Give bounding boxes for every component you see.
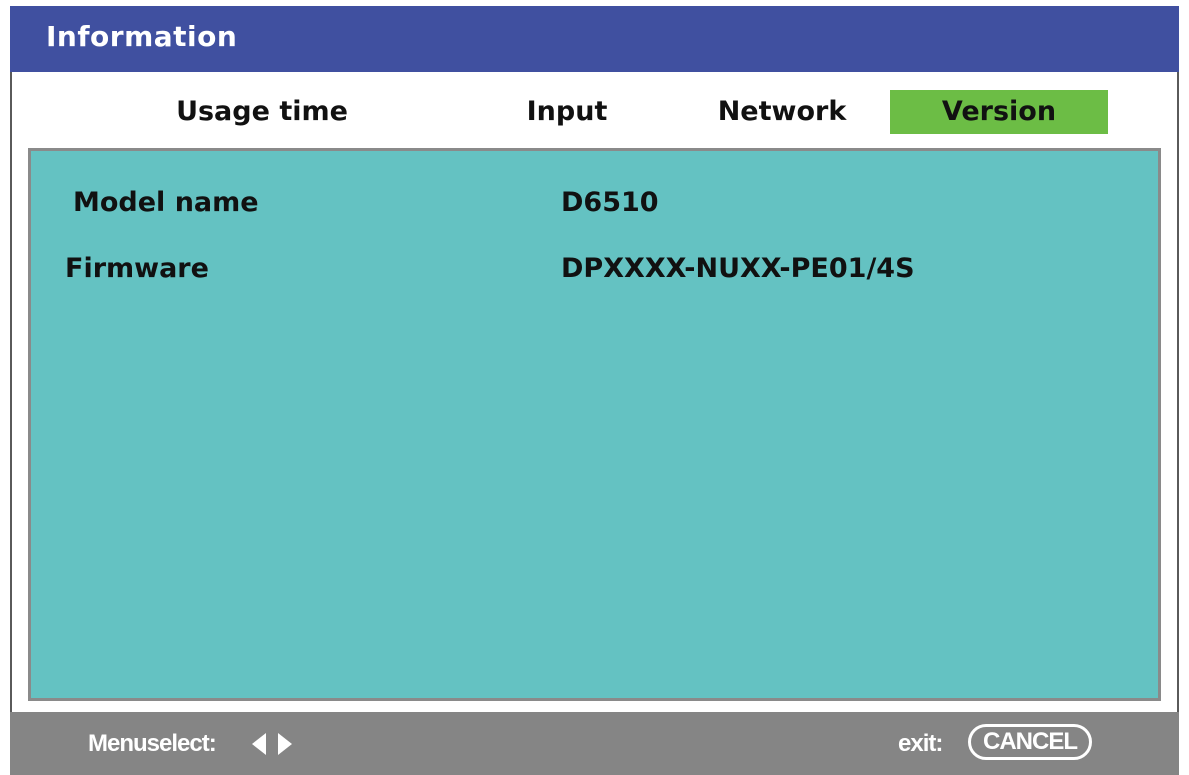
exit-label: exit:: [898, 730, 943, 757]
cancel-button[interactable]: CANCEL: [968, 724, 1092, 760]
information-window: Information Usage time Input Network Ver…: [0, 0, 1189, 775]
tab-usage-time[interactable]: Usage time: [162, 90, 362, 134]
window-title: Information: [46, 20, 238, 53]
firmware-value: DPXXXX-NUXX-PE01/4S: [561, 253, 915, 284]
model-name-label: Model name: [73, 187, 259, 218]
tab-network[interactable]: Network: [702, 90, 862, 134]
left-right-arrows-icon: [252, 733, 292, 755]
tab-version[interactable]: Version: [890, 90, 1108, 134]
footer-bar: Menuselect: exit: CANCEL: [10, 712, 1179, 775]
model-name-value: D6510: [561, 187, 659, 218]
title-bar: Information: [10, 6, 1179, 72]
information-panel: Usage time Input Network Version Model n…: [10, 72, 1179, 712]
tab-input[interactable]: Input: [512, 90, 622, 134]
version-content-area: Model name D6510 Firmware DPXXXX-NUXX-PE…: [28, 148, 1161, 701]
menu-select-label: Menuselect:: [88, 730, 217, 757]
firmware-label: Firmware: [65, 253, 209, 284]
